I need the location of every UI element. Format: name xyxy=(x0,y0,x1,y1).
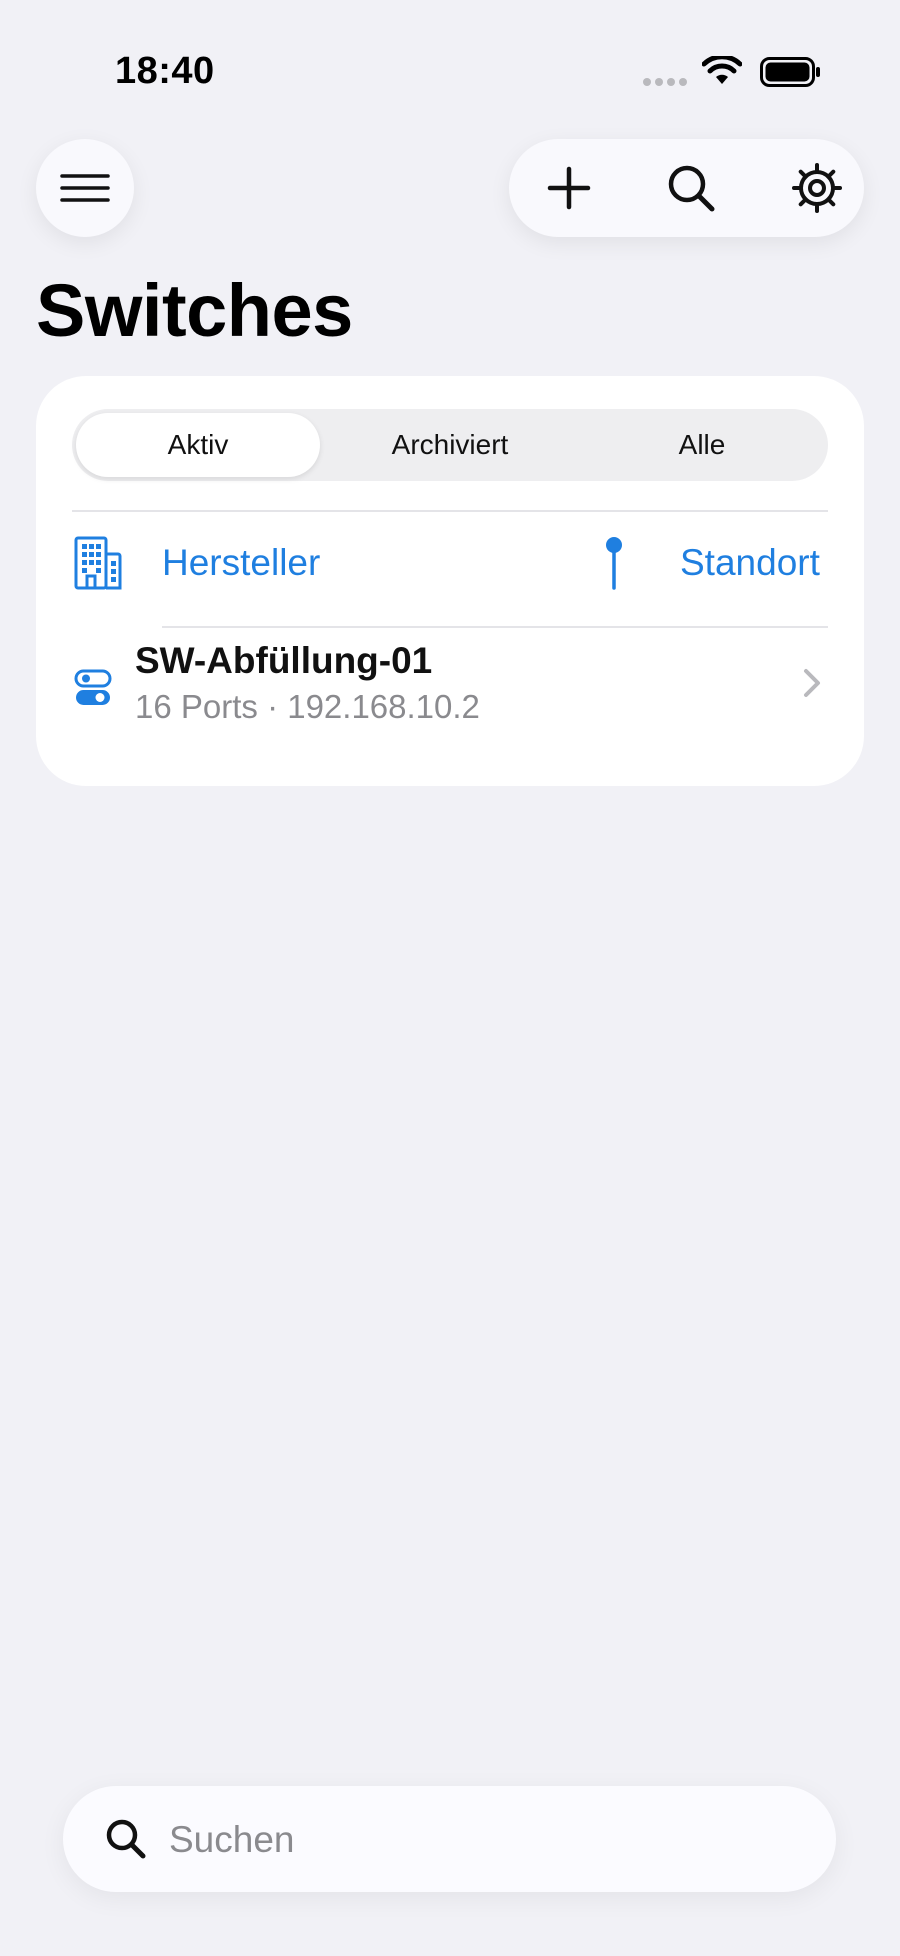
chevron-right-icon xyxy=(804,669,820,697)
add-button[interactable] xyxy=(524,139,614,237)
settings-button[interactable] xyxy=(772,139,862,237)
divider xyxy=(162,626,828,628)
page-title: Switches xyxy=(36,269,353,352)
building-icon xyxy=(74,536,122,590)
status-time: 18:40 xyxy=(115,50,215,92)
gear-icon xyxy=(792,163,842,213)
switches-card: Aktiv Archiviert Alle Hersteller Standor… xyxy=(36,376,864,786)
switches-screen: 18:40 Switches Aktiv Archiviert Alle Her… xyxy=(0,0,900,1956)
hamburger-menu-icon xyxy=(60,174,110,202)
divider xyxy=(72,510,828,512)
location-filter-button[interactable] xyxy=(602,536,626,590)
manufacturer-filter-button[interactable] xyxy=(74,536,122,590)
search-icon xyxy=(668,165,715,212)
cellular-signal-icon xyxy=(643,78,687,86)
list-item[interactable]: SW-Abfüllung-01 16 Ports · 192.168.10.2 xyxy=(36,634,864,754)
search-input[interactable] xyxy=(167,1804,791,1876)
switch-details: 16 Ports · 192.168.10.2 xyxy=(135,688,480,725)
search-icon xyxy=(106,1819,146,1859)
menu-button[interactable] xyxy=(36,139,134,237)
toggle-switch-icon xyxy=(74,669,112,705)
battery-icon xyxy=(760,57,820,87)
toolbar-actions xyxy=(509,139,864,237)
manufacturer-filter-label[interactable]: Hersteller xyxy=(162,542,320,584)
segment-archiviert[interactable]: Archiviert xyxy=(328,413,572,477)
segment-aktiv[interactable]: Aktiv xyxy=(76,413,320,477)
wifi-icon xyxy=(702,56,742,84)
filter-row: Hersteller Standort xyxy=(36,516,864,606)
plus-icon xyxy=(547,166,591,210)
pin-icon xyxy=(606,537,622,590)
search-bar[interactable] xyxy=(63,1786,836,1892)
search-button[interactable] xyxy=(646,139,736,237)
switch-name: SW-Abfüllung-01 xyxy=(135,640,433,681)
status-segmented-control: Aktiv Archiviert Alle xyxy=(72,409,828,481)
location-filter-label[interactable]: Standort xyxy=(680,542,820,584)
segment-alle[interactable]: Alle xyxy=(580,413,824,477)
